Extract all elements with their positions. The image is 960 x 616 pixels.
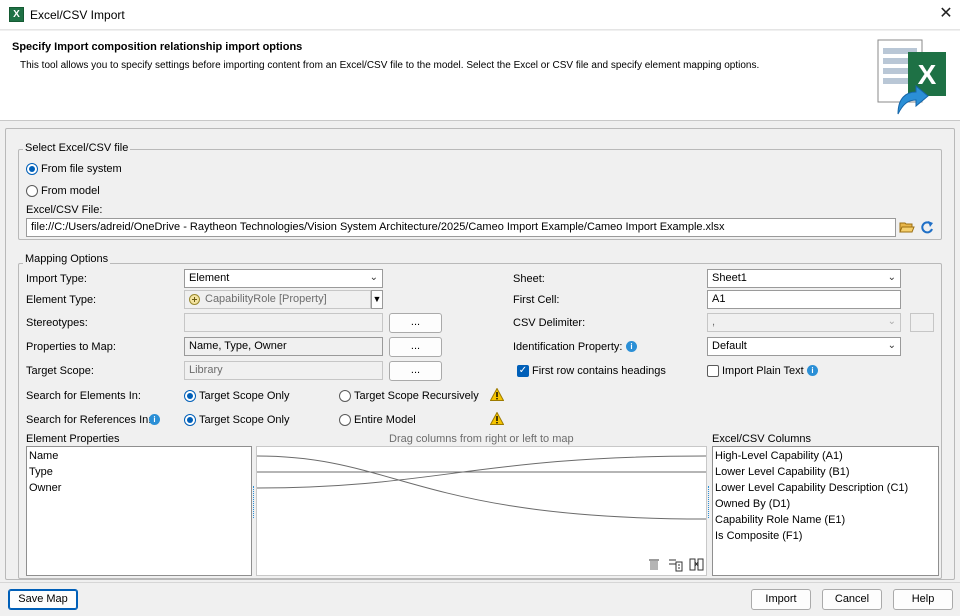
excel-import-app-icon: X [9, 7, 24, 22]
right-splitter-handle[interactable] [708, 486, 710, 518]
csv-delimiter-label: CSV Delimiter: [513, 317, 586, 329]
element-property-item[interactable]: Name [29, 450, 58, 462]
element-type-value: CapabilityRole [Property] [205, 293, 327, 305]
stereotypes-label: Stereotypes: [26, 317, 88, 329]
excel-import-logo-icon: X [877, 39, 946, 115]
search-references-info-icon[interactable]: i [149, 414, 160, 425]
excel-column-item[interactable]: High-Level Capability (A1) [715, 450, 843, 462]
chevron-down-icon: ⌄ [887, 272, 896, 283]
from-model-label[interactable]: From model [41, 185, 100, 197]
import-plain-text-info-icon[interactable]: i [807, 365, 818, 376]
properties-to-map-label: Properties to Map: [26, 341, 116, 353]
import-plain-text-checkbox[interactable] [707, 365, 719, 377]
excel-columns-list[interactable]: High-Level Capability (A1) Lower Level C… [712, 446, 939, 576]
open-folder-icon[interactable] [899, 219, 915, 235]
import-type-label: Import Type: [26, 273, 87, 285]
identification-property-value: Default [712, 340, 747, 352]
svg-text:X: X [918, 59, 937, 90]
import-button[interactable]: Import [751, 589, 811, 610]
footer-divider [0, 582, 960, 583]
from-file-system-radio[interactable] [26, 163, 38, 175]
property-icon [189, 294, 200, 305]
select-file-legend: Select Excel/CSV file [23, 142, 131, 154]
warning-icon [490, 412, 504, 425]
left-splitter-handle[interactable] [253, 486, 255, 518]
stereotypes-browse-button[interactable]: ... [389, 313, 442, 333]
first-cell-label: First Cell: [513, 294, 560, 306]
csv-delimiter-select: , ⌄ [707, 313, 901, 332]
from-model-radio[interactable] [26, 185, 38, 197]
references-entire-model-radio[interactable] [339, 414, 351, 426]
properties-to-map-field: Name, Type, Owner [184, 337, 383, 356]
elements-target-scope-recursively-radio[interactable] [339, 390, 351, 402]
chevron-down-icon: ⌄ [369, 272, 378, 283]
from-file-system-label[interactable]: From file system [41, 163, 122, 175]
auto-map-icon[interactable] [668, 557, 683, 572]
references-entire-model-label[interactable]: Entire Model [354, 414, 416, 426]
mapping-canvas[interactable] [256, 446, 707, 576]
close-window-button[interactable]: ✕ [936, 3, 956, 25]
elements-target-scope-recursively-label[interactable]: Target Scope Recursively [354, 390, 479, 402]
window-title: Excel/CSV Import [30, 8, 125, 22]
help-button[interactable]: Help [893, 589, 953, 610]
element-property-item[interactable]: Type [29, 466, 53, 478]
mapping-options-legend: Mapping Options [23, 253, 111, 265]
identification-property-select[interactable]: Default ⌄ [707, 337, 901, 356]
sheet-select[interactable]: Sheet1 ⌄ [707, 269, 901, 288]
excel-columns-label: Excel/CSV Columns [712, 433, 812, 445]
first-row-headings-label[interactable]: First row contains headings [532, 365, 666, 377]
sheet-value: Sheet1 [712, 272, 747, 284]
elements-target-scope-only-radio[interactable] [184, 390, 196, 402]
excel-column-item[interactable]: Owned By (D1) [715, 498, 790, 510]
first-cell-input[interactable]: A1 [707, 290, 901, 309]
file-path-field[interactable]: file://C:/Users/adreid/OneDrive - Raythe… [26, 218, 896, 237]
csv-delimiter-custom-field [910, 313, 934, 332]
csv-delimiter-value: , [712, 316, 716, 328]
file-path-label: Excel/CSV File: [26, 204, 103, 216]
search-references-label: Search for References In: [26, 414, 152, 426]
search-elements-label: Search for Elements In: [26, 390, 141, 402]
excel-column-item[interactable]: Lower Level Capability (B1) [715, 466, 850, 478]
import-type-select[interactable]: Element ⌄ [184, 269, 383, 288]
import-type-value: Element [189, 272, 230, 284]
element-properties-list[interactable]: Name Type Owner [26, 446, 252, 576]
identification-info-icon[interactable]: i [626, 341, 637, 352]
sheet-label: Sheet: [513, 273, 545, 285]
excel-column-item[interactable]: Lower Level Capability Description (C1) [715, 482, 908, 494]
save-map-button[interactable]: Save Map [8, 589, 78, 610]
chevron-down-icon: ⌄ [887, 340, 896, 351]
element-properties-label: Element Properties [26, 433, 120, 445]
mapping-lines [256, 455, 707, 520]
stereotypes-field [184, 313, 383, 332]
first-row-headings-checkbox[interactable]: ✓ [517, 365, 529, 377]
warning-icon [490, 388, 504, 401]
identification-property-label: Identification Property: [513, 341, 623, 353]
properties-browse-button[interactable]: ... [389, 337, 442, 357]
element-type-label: Element Type: [26, 294, 97, 306]
target-scope-label: Target Scope: [26, 365, 94, 377]
header-description: This tool allows you to specify settings… [20, 60, 760, 71]
title-bar [0, 0, 960, 30]
excel-column-item[interactable]: Capability Role Name (E1) [715, 514, 845, 526]
drag-hint: Drag columns from right or left to map [389, 433, 574, 445]
references-target-scope-only-label[interactable]: Target Scope Only [199, 414, 290, 426]
excel-column-item[interactable]: Is Composite (F1) [715, 530, 802, 542]
element-property-item[interactable]: Owner [29, 482, 61, 494]
delete-mapping-icon[interactable] [648, 558, 660, 571]
import-plain-text-label[interactable]: Import Plain Text [722, 365, 804, 377]
map-by-name-icon[interactable] [689, 557, 704, 572]
refresh-icon[interactable] [919, 219, 935, 235]
references-target-scope-only-radio[interactable] [184, 414, 196, 426]
element-type-field[interactable]: CapabilityRole [Property] [184, 290, 371, 309]
header-title: Specify Import composition relationship … [12, 41, 303, 53]
target-scope-browse-button[interactable]: ... [389, 361, 442, 381]
target-scope-field: Library [184, 361, 383, 380]
chevron-down-icon: ⌄ [887, 316, 896, 327]
element-type-dropdown-button[interactable]: ▼ [371, 290, 383, 309]
cancel-button[interactable]: Cancel [822, 589, 882, 610]
elements-target-scope-only-label[interactable]: Target Scope Only [199, 390, 290, 402]
